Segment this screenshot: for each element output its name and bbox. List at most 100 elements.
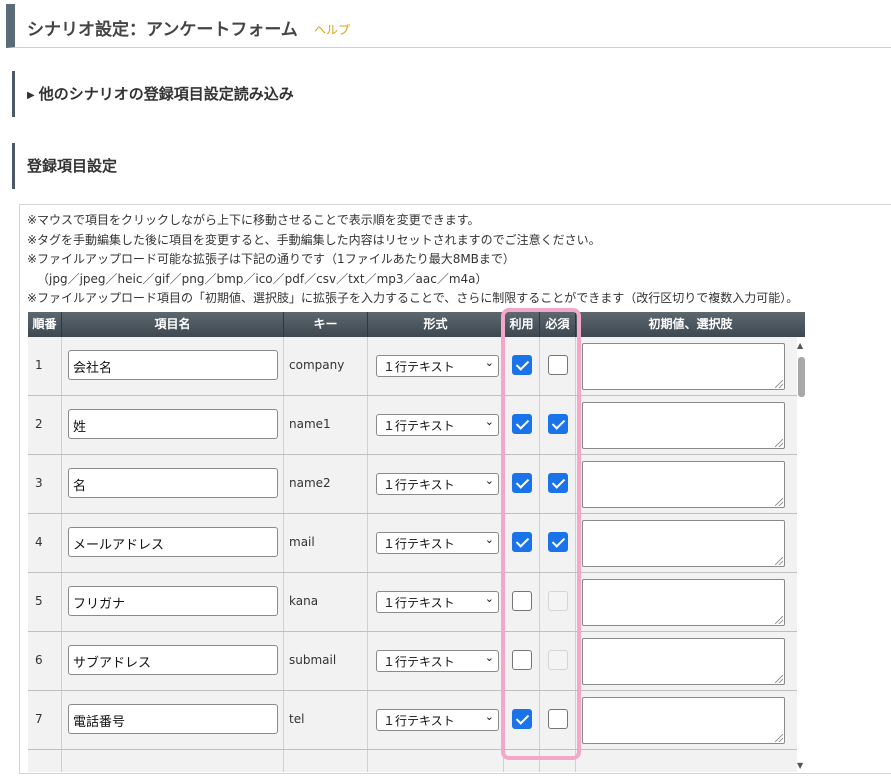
required-cell: [540, 514, 576, 572]
resize-handle-icon[interactable]: [775, 557, 783, 565]
field-name-input[interactable]: メールアドレス: [68, 527, 278, 557]
chevron-down-icon: ⌄: [484, 356, 494, 369]
format-select[interactable]: １行テキスト ⌄: [376, 532, 499, 554]
use-cell: [504, 632, 540, 690]
field-key: submail: [289, 653, 337, 667]
order-cell: 7: [28, 691, 62, 749]
name-cell: 姓: [62, 396, 284, 454]
initial-values-textarea[interactable]: [582, 402, 785, 449]
note-line: （jpg／jpeg／heic／gif／png／bmp／ico／pdf／csv／t…: [37, 271, 488, 286]
use-checkbox[interactable]: [512, 355, 532, 375]
fields-table: 順番 項目名 キー 形式 利用 必須 初期値、選択肢 1 会社名 company １行…: [28, 312, 805, 772]
col-required: 必須: [540, 312, 576, 337]
load-other-scenario-label: 他のシナリオの登録項目設定読み込み: [38, 85, 294, 103]
col-initial-values: 初期値、選択肢: [648, 317, 733, 331]
key-cell: [284, 750, 368, 772]
table-row[interactable]: 2 姓 name1 １行テキスト ⌄: [28, 396, 805, 455]
col-key: キー: [284, 312, 368, 337]
load-other-scenario-title[interactable]: ▶ 他のシナリオの登録項目設定読み込み: [27, 83, 294, 104]
format-cell: １行テキスト ⌄: [368, 337, 504, 395]
field-name-input[interactable]: 会社名: [68, 350, 278, 380]
field-key: name2: [289, 476, 331, 490]
col-order: 順番: [28, 312, 62, 337]
load-other-scenario-section[interactable]: ▶ 他のシナリオの登録項目設定読み込み: [12, 71, 891, 117]
table-row[interactable]: 6 サブアドレス submail １行テキスト ⌄: [28, 632, 805, 691]
required-checkbox[interactable]: [548, 473, 568, 493]
use-checkbox[interactable]: [512, 709, 532, 729]
field-name-input[interactable]: 名: [68, 468, 278, 498]
required-cell: [540, 337, 576, 395]
format-cell: １行テキスト ⌄: [368, 455, 504, 513]
resize-handle-icon[interactable]: [775, 675, 783, 683]
required-checkbox[interactable]: [548, 709, 568, 729]
table-row[interactable]: [28, 750, 805, 772]
order-number: 5: [35, 594, 43, 608]
order-number: 1: [35, 358, 43, 372]
format-select[interactable]: １行テキスト ⌄: [376, 650, 499, 672]
order-number: 2: [35, 417, 43, 431]
use-checkbox[interactable]: [512, 591, 532, 611]
format-select-value: １行テキスト: [383, 419, 455, 433]
required-checkbox: [548, 591, 568, 611]
order-cell: 5: [28, 573, 62, 631]
initial-values-textarea[interactable]: [582, 520, 785, 567]
use-cell: [504, 750, 540, 772]
format-select[interactable]: １行テキスト ⌄: [376, 709, 499, 731]
name-cell: メールアドレス: [62, 514, 284, 572]
use-cell: [504, 573, 540, 631]
note-line: ※ファイルアップロード項目の「初期値、選択肢」に拡張子を入力することで、さらに制…: [27, 291, 799, 305]
scroll-down-icon[interactable]: ▼: [797, 761, 803, 770]
format-select[interactable]: １行テキスト ⌄: [376, 355, 499, 377]
initial-values-textarea[interactable]: [582, 461, 785, 508]
table-row[interactable]: 7 電話番号 tel １行テキスト ⌄: [28, 691, 805, 750]
key-cell: name2: [284, 455, 368, 513]
required-cell: [540, 455, 576, 513]
name-cell: 会社名: [62, 337, 284, 395]
scrollbar[interactable]: ▲ ▼: [797, 337, 805, 772]
resize-handle-icon[interactable]: [775, 734, 783, 742]
format-select[interactable]: １行テキスト ⌄: [376, 473, 499, 495]
resize-handle-icon[interactable]: [775, 439, 783, 447]
field-name-input[interactable]: 姓: [68, 409, 278, 439]
resize-handle-icon[interactable]: [775, 616, 783, 624]
table-row[interactable]: 3 名 name2 １行テキスト ⌄: [28, 455, 805, 514]
help-link[interactable]: ヘルプ: [314, 21, 350, 38]
order-cell: 3: [28, 455, 62, 513]
format-select[interactable]: １行テキスト ⌄: [376, 591, 499, 613]
use-checkbox[interactable]: [512, 414, 532, 434]
initial-values-textarea[interactable]: [582, 697, 785, 744]
format-select[interactable]: １行テキスト ⌄: [376, 414, 499, 436]
resize-handle-icon[interactable]: [775, 380, 783, 388]
table-row[interactable]: 4 メールアドレス mail １行テキスト ⌄: [28, 514, 805, 573]
key-cell: tel: [284, 691, 368, 749]
field-key: name1: [289, 417, 331, 431]
field-name-input[interactable]: フリガナ: [68, 586, 278, 616]
chevron-down-icon: ⌄: [484, 710, 494, 723]
scroll-up-icon[interactable]: ▲: [797, 341, 803, 350]
required-cell: [540, 750, 576, 772]
field-settings-panel: ※マウスで項目をクリックしながら上下に移動させることで表示順を変更できます。 ※…: [19, 204, 891, 774]
use-checkbox[interactable]: [512, 532, 532, 552]
scroll-thumb[interactable]: [798, 357, 805, 397]
field-key: company: [289, 358, 345, 372]
format-select-value: １行テキスト: [383, 714, 455, 728]
required-checkbox[interactable]: [548, 414, 568, 434]
initial-values-textarea[interactable]: [582, 638, 785, 685]
notes: ※マウスで項目をクリックしながら上下に移動させることで表示順を変更できます。 ※…: [27, 211, 798, 309]
col-field-name: 項目名: [62, 312, 284, 337]
resize-handle-icon[interactable]: [775, 498, 783, 506]
initial-values-cell: [576, 514, 805, 572]
field-name-input[interactable]: サブアドレス: [68, 645, 278, 675]
order-number: 3: [35, 476, 43, 490]
required-checkbox[interactable]: [548, 532, 568, 552]
use-checkbox[interactable]: [512, 473, 532, 493]
use-cell: [504, 691, 540, 749]
use-cell: [504, 396, 540, 454]
use-checkbox[interactable]: [512, 650, 532, 670]
table-row[interactable]: 5 フリガナ kana １行テキスト ⌄: [28, 573, 805, 632]
table-row[interactable]: 1 会社名 company １行テキスト ⌄: [28, 337, 805, 396]
initial-values-textarea[interactable]: [582, 579, 785, 626]
required-checkbox[interactable]: [548, 355, 568, 375]
field-name-input[interactable]: 電話番号: [68, 704, 278, 734]
initial-values-textarea[interactable]: [582, 343, 785, 390]
